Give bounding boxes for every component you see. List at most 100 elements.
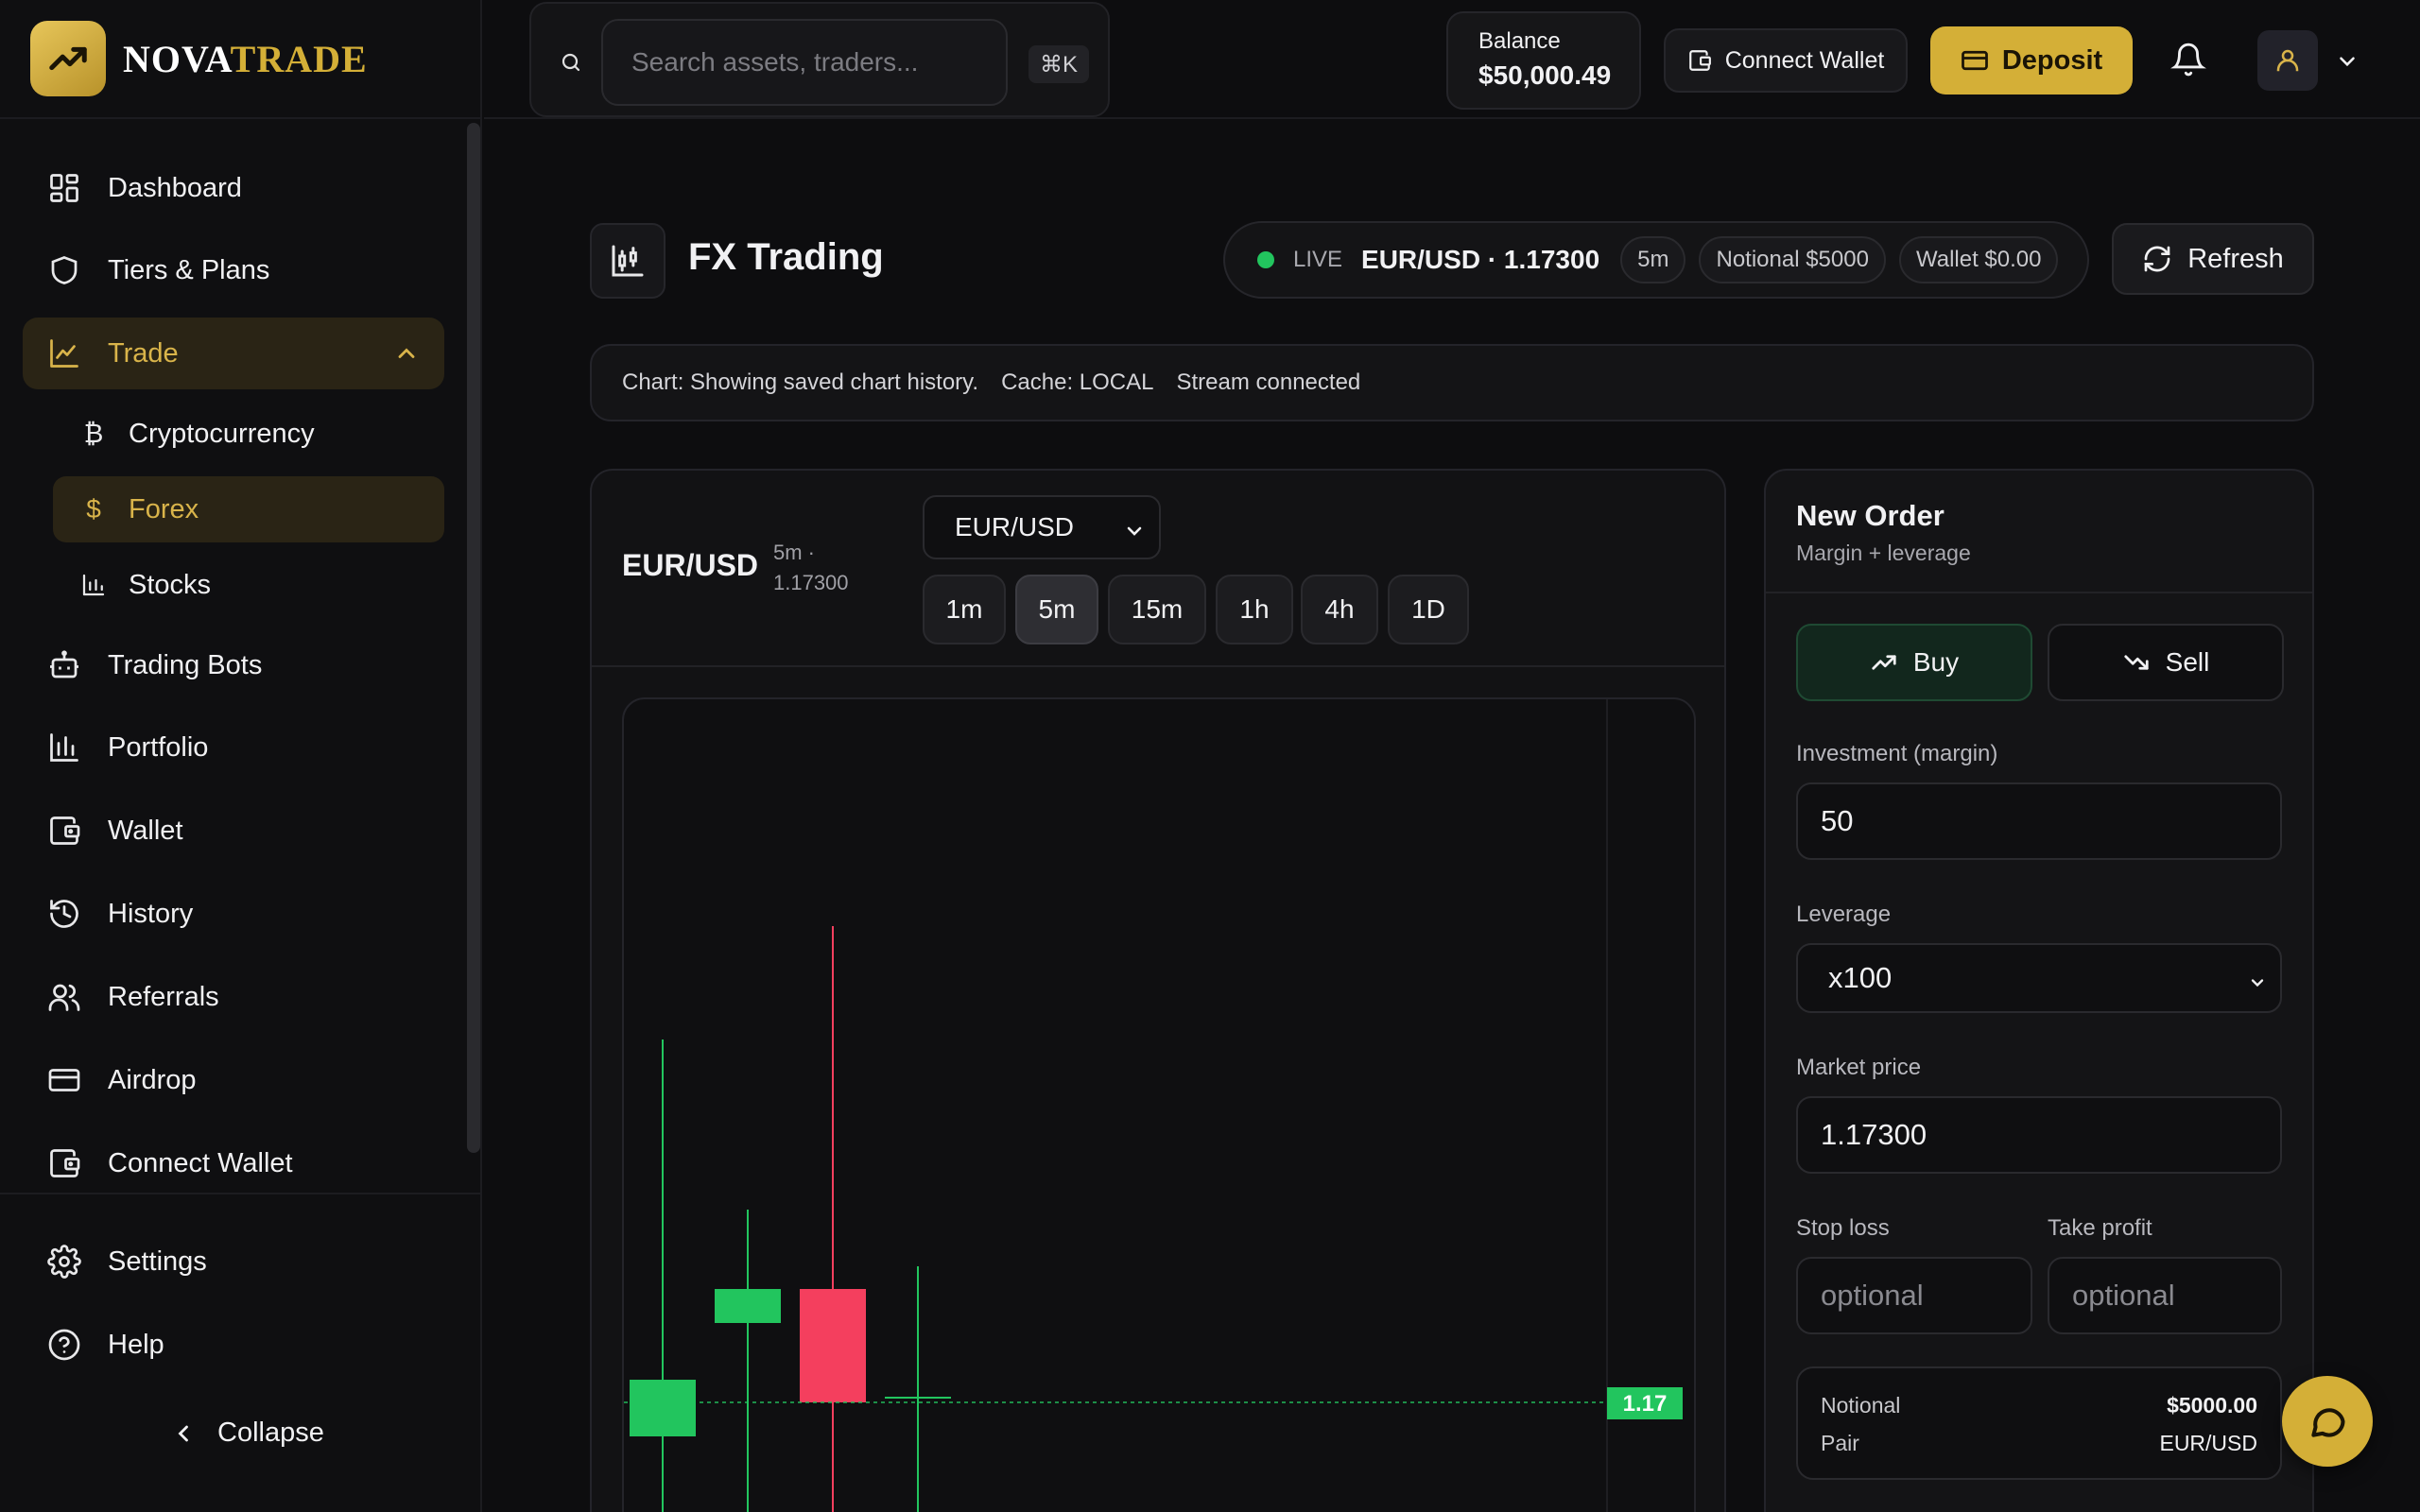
- users-icon: [45, 978, 83, 1016]
- buy-label: Buy: [1912, 647, 1960, 677]
- sidebar-item-label: Trading Bots: [108, 649, 263, 680]
- pair-select[interactable]: EUR/USD: [923, 495, 1161, 559]
- sidebar-item-portfolio[interactable]: Portfolio: [23, 712, 444, 783]
- chart-card: EUR/USD 5m · 1.17300 EUR/USD 1m 5m 15m 1…: [590, 469, 1726, 1512]
- bar-chart-icon: [45, 729, 83, 766]
- sidebar-item-stocks[interactable]: Stocks: [53, 552, 444, 618]
- timeframe-15m-button[interactable]: 15m: [1108, 575, 1206, 644]
- stop-loss-input[interactable]: optional: [1796, 1257, 2032, 1334]
- leverage-label: Leverage: [1796, 902, 1892, 927]
- search-icon: [560, 51, 582, 74]
- take-profit-input[interactable]: optional: [2048, 1257, 2282, 1334]
- trend-up-logo-icon: [30, 21, 106, 96]
- leverage-select[interactable]: x100: [1796, 943, 2282, 1013]
- summary-pair-row: Pair EUR/USD: [1821, 1431, 2257, 1456]
- wallet-icon: [45, 1144, 83, 1182]
- chart-pair-title: EUR/USD: [622, 548, 759, 582]
- sidebar-item-label: History: [108, 898, 194, 929]
- chevron-down-icon: [2248, 973, 2267, 992]
- sidebar-item-label: Connect Wallet: [108, 1147, 293, 1178]
- search-input[interactable]: [601, 19, 1008, 106]
- credit-card-icon: [45, 1061, 83, 1099]
- sidebar-item-settings[interactable]: Settings: [23, 1226, 444, 1297]
- buy-button[interactable]: Buy: [1796, 624, 2032, 701]
- sidebar-scrollbar[interactable]: [467, 123, 480, 1153]
- collapse-label: Collapse: [217, 1418, 324, 1448]
- sidebar-item-dashboard[interactable]: Dashboard: [23, 152, 444, 224]
- sidebar-item-label: Stocks: [129, 569, 212, 600]
- collapse-button[interactable]: Collapse: [170, 1418, 324, 1449]
- summary-notional-row: Notional $5000.00: [1821, 1393, 2257, 1418]
- bitcoin-icon: ₿: [83, 419, 104, 448]
- sidebar-item-label: Help: [108, 1329, 164, 1360]
- wallet-icon: [1687, 48, 1712, 73]
- cache-status-text: Cache: LOCAL: [1001, 369, 1154, 395]
- pair-select-value: EUR/USD: [955, 512, 1075, 541]
- bot-icon: [45, 646, 83, 684]
- bar-chart-icon: [78, 569, 110, 601]
- brand-name-part1: NOVA: [123, 37, 231, 80]
- candlestick-icon: [590, 223, 666, 299]
- sidebar-item-tiers-plans[interactable]: Tiers & Plans: [23, 234, 444, 306]
- connect-wallet-label: Connect Wallet: [1724, 46, 1885, 74]
- chart-status-text: Chart: Showing saved chart history.: [622, 369, 979, 395]
- balance-label: Balance: [1478, 28, 1561, 54]
- wallet-icon: [45, 812, 83, 850]
- chevron-down-icon[interactable]: [2335, 49, 2360, 74]
- sell-label: Sell: [2165, 647, 2210, 677]
- refresh-button[interactable]: Refresh: [2112, 223, 2314, 295]
- timeframe-1d-button[interactable]: 1D: [1388, 575, 1469, 644]
- chart-header: EUR/USD 5m · 1.17300 EUR/USD 1m 5m 15m 1…: [592, 471, 1724, 667]
- sidebar-item-forex[interactable]: $ Forex: [53, 476, 444, 542]
- chevron-left-icon: [170, 1420, 197, 1447]
- market-price-input[interactable]: 1.17300: [1796, 1096, 2282, 1174]
- timeframe-5m-button[interactable]: 5m: [1015, 575, 1098, 644]
- candle-body: [630, 1380, 696, 1436]
- connect-wallet-button[interactable]: Connect Wallet: [1664, 28, 1908, 93]
- avatar[interactable]: [2257, 30, 2318, 91]
- notional-value: $5000.00: [2167, 1393, 2257, 1418]
- sidebar-item-history[interactable]: History: [23, 878, 444, 950]
- timeframe-4h-button[interactable]: 4h: [1301, 575, 1378, 644]
- brand[interactable]: NOVATRADE: [0, 0, 480, 119]
- candlestick-chart[interactable]: 1.17: [622, 697, 1696, 1512]
- balance-box: Balance $50,000.49: [1446, 11, 1641, 110]
- live-pair-price: EUR/USD · 1.17300: [1361, 245, 1600, 274]
- sidebar-item-trade[interactable]: Trade: [23, 318, 444, 389]
- order-summary: Notional $5000.00 Pair EUR/USD: [1796, 1366, 2282, 1480]
- sidebar-item-wallet[interactable]: Wallet: [23, 795, 444, 867]
- investment-input[interactable]: 50: [1796, 782, 2282, 860]
- wallet-chip: Wallet $0.00: [1898, 236, 2059, 284]
- sidebar-item-trading-bots[interactable]: Trading Bots: [23, 629, 444, 701]
- trend-down-icon: [2122, 648, 2151, 677]
- sidebar-item-label: Settings: [108, 1246, 207, 1277]
- timeframe-1m-button[interactable]: 1m: [923, 575, 1006, 644]
- timeframe-chip: 5m: [1620, 236, 1686, 284]
- live-label: LIVE: [1293, 247, 1343, 272]
- credit-card-icon: [1961, 46, 1989, 75]
- sidebar-item-airdrop[interactable]: Airdrop: [23, 1044, 444, 1116]
- chat-button[interactable]: [2282, 1376, 2373, 1467]
- balance-value: $50,000.49: [1478, 60, 1612, 90]
- history-icon: [45, 895, 83, 933]
- sell-button[interactable]: Sell: [2048, 624, 2284, 701]
- order-panel: New Order Margin + leverage Buy Sell Inv…: [1764, 469, 2314, 1512]
- order-divider: [1766, 592, 2312, 593]
- sidebar: NOVATRADE Dashboard Tiers & Plans Trade …: [0, 0, 482, 1512]
- chevron-down-icon: [1123, 520, 1146, 542]
- sidebar-item-label: Portfolio: [108, 731, 209, 763]
- shield-icon: [45, 251, 83, 289]
- bell-icon[interactable]: [2170, 42, 2206, 77]
- sidebar-item-cryptocurrency[interactable]: ₿ Cryptocurrency: [53, 401, 444, 467]
- market-price-label: Market price: [1796, 1055, 1922, 1080]
- help-icon: [45, 1326, 83, 1364]
- stop-loss-label: Stop loss: [1796, 1215, 1890, 1241]
- live-status-bar: LIVE EUR/USD · 1.17300 5m Notional $5000…: [1223, 221, 2089, 299]
- brand-name: NOVATRADE: [123, 37, 368, 81]
- sidebar-item-label: Wallet: [108, 815, 183, 846]
- deposit-button[interactable]: Deposit: [1930, 26, 2133, 94]
- sidebar-item-help[interactable]: Help: [23, 1309, 444, 1381]
- sidebar-item-connect-wallet[interactable]: Connect Wallet: [23, 1127, 444, 1199]
- sidebar-item-referrals[interactable]: Referrals: [23, 961, 444, 1033]
- timeframe-1h-button[interactable]: 1h: [1216, 575, 1293, 644]
